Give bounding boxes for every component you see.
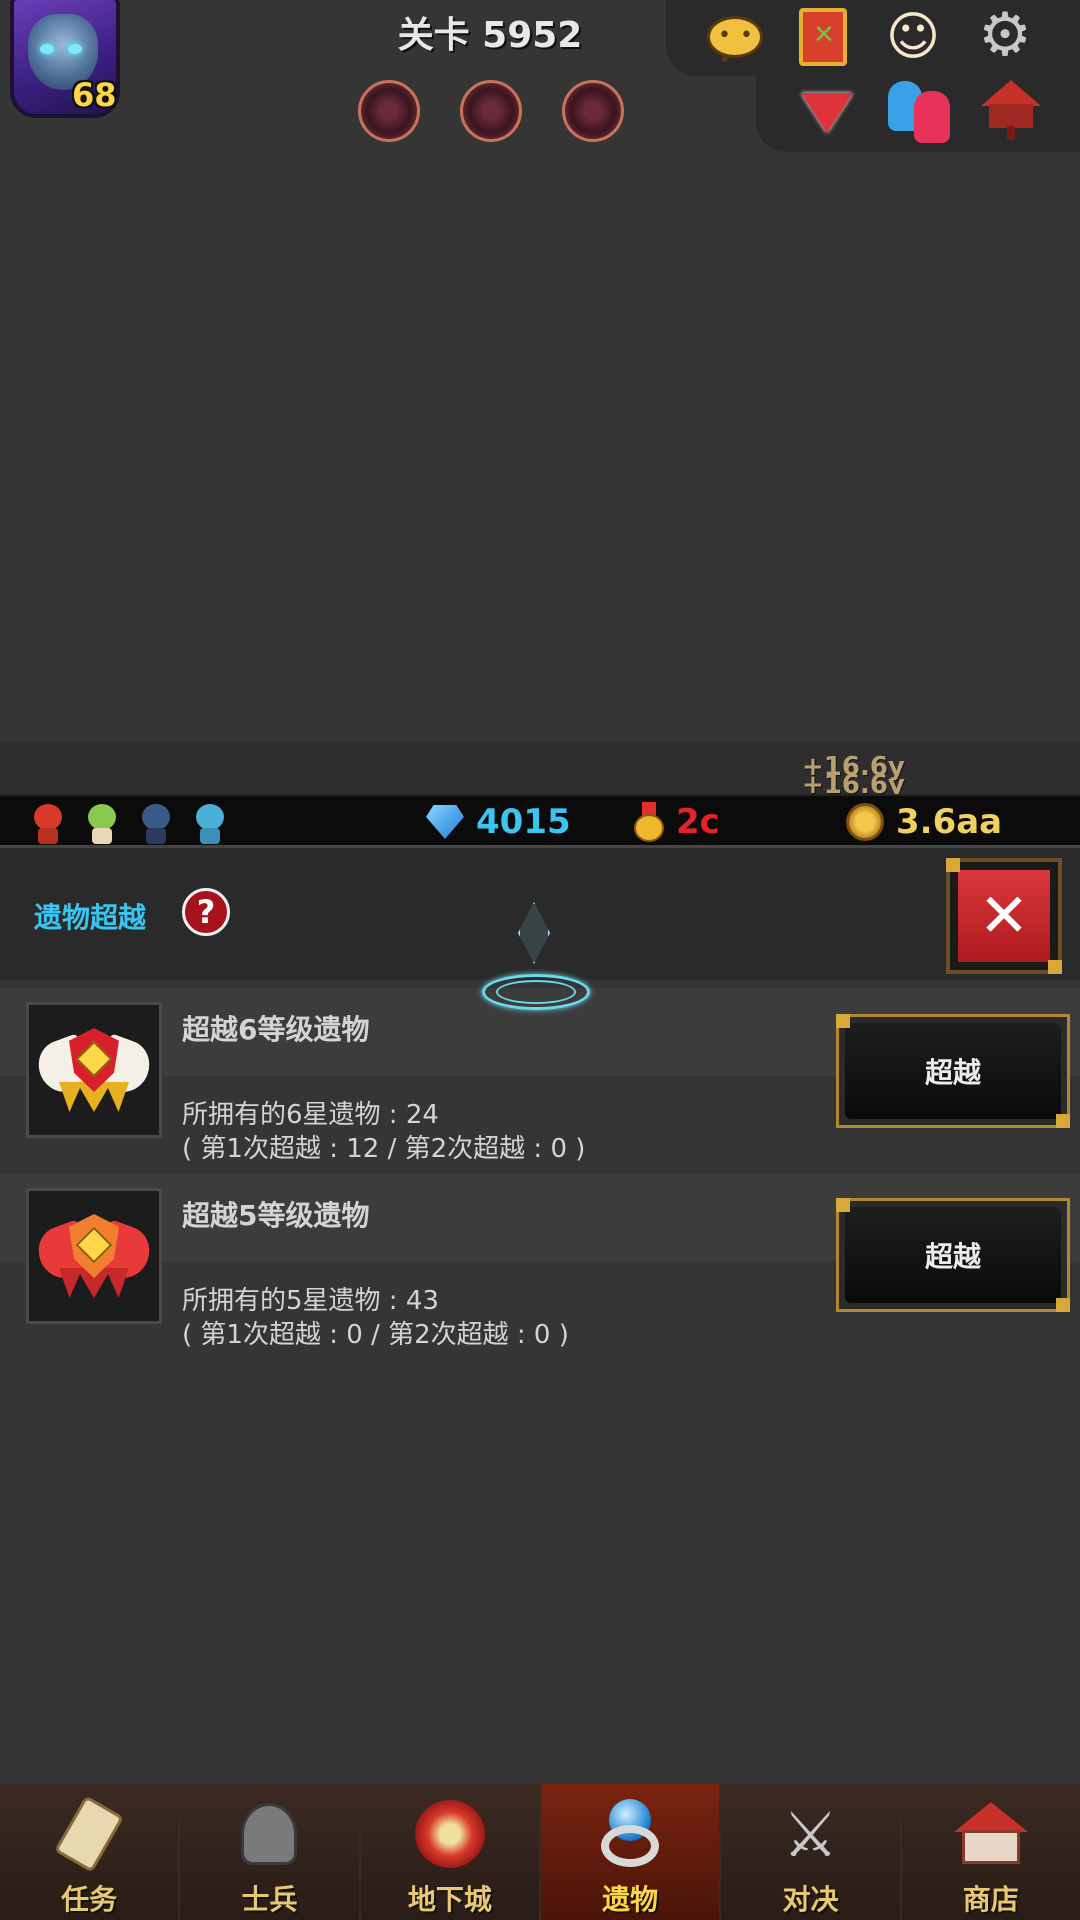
row-owned-count: 所拥有的6星遗物 : 24 (182, 1100, 439, 1130)
relic-emblem-gold-icon (26, 1002, 162, 1138)
mailbox-icon[interactable] (976, 76, 1042, 142)
close-button[interactable]: ✕ (946, 858, 1062, 974)
nav-tab-quests[interactable]: 任务 (0, 1784, 181, 1920)
diamond-counter: 4015 (426, 802, 571, 842)
transcend-button[interactable]: 超越 (836, 1198, 1070, 1312)
stage-orbs (358, 80, 624, 142)
guild-banner-icon[interactable] (790, 4, 856, 70)
help-button[interactable]: ? (182, 888, 230, 936)
nav-tab-duel[interactable]: ⚔ 对决 (721, 1784, 902, 1920)
stage-orb-icon (358, 80, 420, 142)
panel-title: 遗物超越 (34, 901, 147, 934)
resource-bar-top-strip (0, 742, 1080, 794)
list-item: 超越5等级遗物 所拥有的5星遗物 : 43 ( 第1次超越 : 0 / 第2次超… (0, 1174, 1080, 1354)
gold-counter: 3.6aa (846, 802, 1002, 842)
bottom-nav: 任务 士兵 地下城 遗物 ⚔ 对决 商店 (0, 1784, 1080, 1920)
gold-amount: 3.6aa (896, 802, 1003, 842)
close-icon: ✕ (958, 870, 1050, 962)
list-item: 超越6等级遗物 所拥有的6星遗物 : 24 ( 第1次超越 : 12 / 第2次… (0, 988, 1080, 1168)
hero-green-icon (84, 800, 120, 846)
chat-icon[interactable] (702, 4, 768, 73)
row-transcend-detail: ( 第1次超越 : 12 / 第2次超越 : 0 ) (182, 1134, 586, 1164)
tap-cursor-effect (482, 902, 590, 1012)
transcend-button[interactable]: 超越 (836, 1014, 1070, 1128)
dropdown-triangle-icon[interactable] (794, 80, 860, 146)
avatar-eye-left (40, 44, 54, 54)
player-avatar[interactable]: 68 (2, 0, 126, 118)
nav-tab-soldiers[interactable]: 士兵 (180, 1784, 361, 1920)
avatar-eye-right (68, 44, 82, 54)
hero-red-icon (30, 800, 66, 846)
resource-bar: 4015 2c 3.6aa (0, 794, 1080, 848)
medal-icon (634, 802, 664, 842)
friends-icon[interactable] (884, 78, 950, 144)
stage-title: 关卡 5952 (397, 15, 583, 56)
shop-icon (951, 1794, 1031, 1874)
angel-icon[interactable]: ☺ (880, 4, 946, 70)
crossed-swords-icon: ⚔ (782, 1797, 839, 1871)
floating-gold-bonus: +16.6y +16.6y (802, 752, 905, 800)
row-transcend-detail: ( 第1次超越 : 0 / 第2次超越 : 0 ) (182, 1320, 569, 1350)
nav-tab-dungeon[interactable]: 地下城 (360, 1784, 541, 1920)
nav-tab-shop[interactable]: 商店 (901, 1784, 1080, 1920)
relic-emblem-red-icon (26, 1188, 162, 1324)
scroll-icon (49, 1794, 129, 1874)
row-title: 超越5等级遗物 (182, 1199, 370, 1232)
hero-robot-icon (192, 800, 228, 846)
hero-knight-icon (138, 800, 174, 846)
relic-orb-icon (590, 1794, 670, 1874)
diamond-amount: 4015 (476, 802, 571, 842)
nav-tab-relics[interactable]: 遗物 (540, 1784, 722, 1920)
monster-flower-icon (410, 1794, 490, 1874)
player-level: 68 (72, 76, 117, 114)
row-owned-count: 所拥有的5星遗物 : 43 (182, 1286, 439, 1316)
stage-orb-icon (460, 80, 522, 142)
gold-coin-icon (846, 803, 884, 841)
medal-amount: 2c (676, 802, 720, 842)
stage-orb-icon (562, 80, 624, 142)
soldier-icon (229, 1794, 309, 1874)
row-title: 超越6等级遗物 (182, 1013, 370, 1046)
squad-portraits[interactable] (30, 800, 228, 846)
gear-icon[interactable]: ⚙ (972, 0, 1038, 70)
medal-counter: 2c (634, 802, 720, 842)
diamond-icon (426, 805, 464, 839)
